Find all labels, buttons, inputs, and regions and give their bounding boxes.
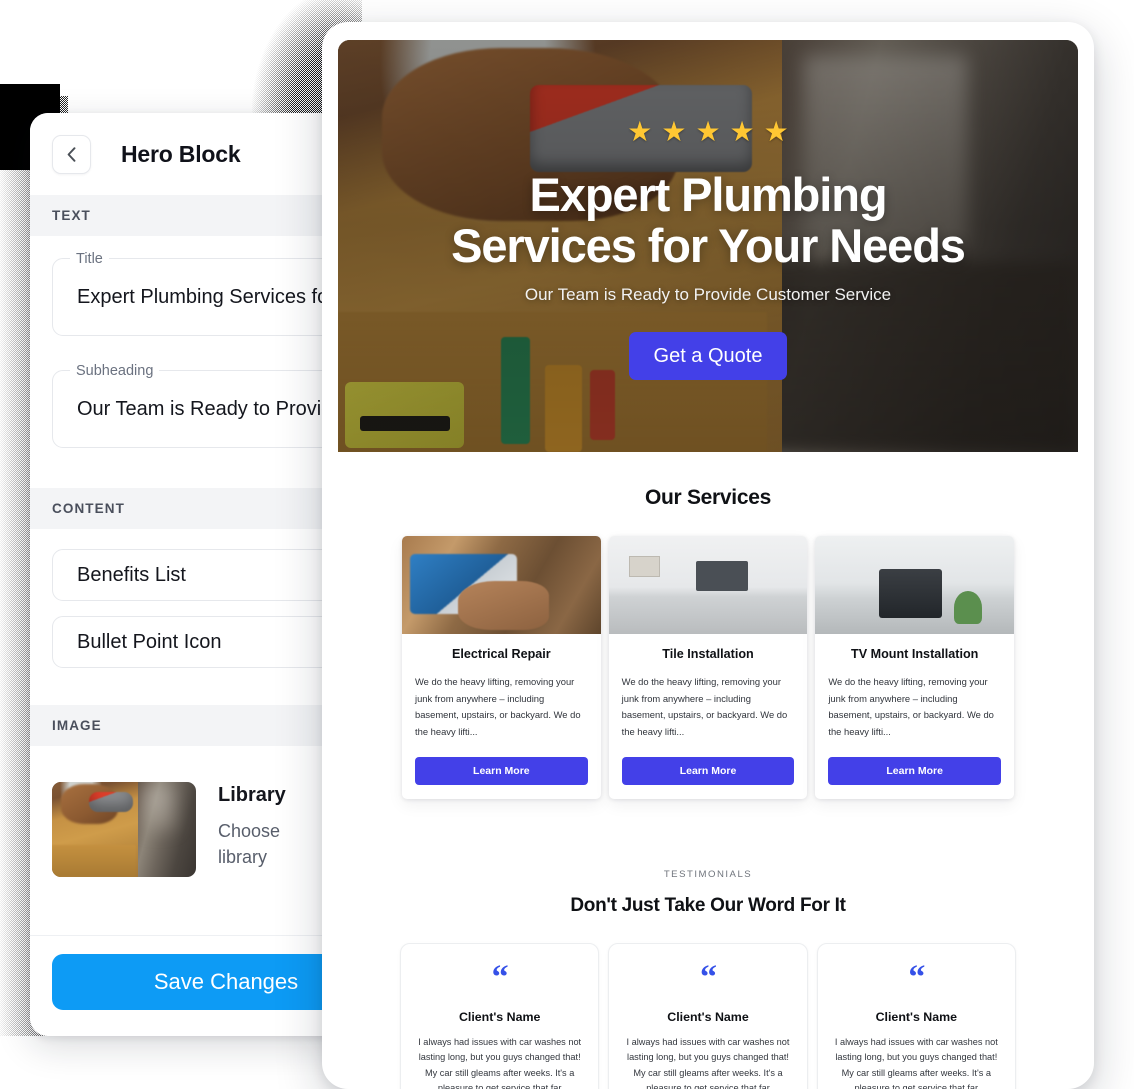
star-icon: ★	[763, 115, 789, 147]
back-button[interactable]	[52, 134, 91, 174]
subheading-field-label: Subheading	[70, 362, 160, 380]
service-card-title: TV Mount Installation	[851, 647, 979, 661]
image-source-description: Choose library	[218, 821, 281, 867]
page-title: Hero Block	[121, 140, 241, 167]
service-card-description: We do the heavy lifting, removing your j…	[621, 676, 788, 737]
image-source-title: Library	[218, 784, 286, 806]
hero-title-line-2: Services for Your Needs	[451, 218, 966, 272]
testimonial-client-name: Client's Name	[458, 1009, 541, 1024]
services-heading: Our Services	[645, 486, 771, 509]
screenshot-canvas: Hero Block TEXT Title Expert Plumbing Se…	[0, 0, 1134, 1089]
service-card-description: We do the heavy lifting, removing your j…	[828, 676, 994, 737]
learn-more-button[interactable]: Learn More	[621, 757, 795, 785]
testimonial-client-name: Client's Name	[667, 1009, 749, 1024]
image-meta: Library Choose library	[218, 782, 286, 870]
learn-more-button[interactable]: Learn More	[828, 757, 1002, 785]
testimonial-card[interactable]: “ Client's Name I always had issues with…	[400, 943, 600, 1089]
testimonials-grid: “ Client's Name I always had issues with…	[338, 943, 1078, 1089]
tile-installation-photo	[608, 536, 808, 634]
testimonials-heading: Don't Just Take Our Word For It	[570, 895, 846, 916]
star-icon: ★	[627, 115, 653, 147]
service-card[interactable]: Electrical Repair We do the heavy liftin…	[402, 536, 601, 799]
testimonials-eyebrow: TESTIMONIALS	[663, 869, 753, 880]
get-a-quote-button[interactable]: Get a Quote	[628, 332, 788, 381]
tv-mount-installation-photo	[815, 536, 1015, 634]
hero-section: ★ ★ ★ ★ ★ Expert Plumbing Services for Y…	[338, 40, 1078, 452]
quote-mark-icon: “	[699, 959, 717, 996]
star-icon: ★	[695, 115, 721, 147]
hero-title-line-1: Expert Plumbing	[529, 167, 888, 221]
electrical-repair-photo	[402, 536, 601, 634]
hero-subheading: Our Team is Ready to Provide Customer Se…	[524, 285, 892, 305]
hero-image-thumbnail[interactable]	[52, 782, 196, 877]
testimonial-card[interactable]: “ Client's Name I always had issues with…	[816, 943, 1016, 1089]
preview-scroll-area[interactable]: ★ ★ ★ ★ ★ Expert Plumbing Services for Y…	[338, 40, 1078, 1089]
services-grid: Electrical Repair We do the heavy liftin…	[338, 536, 1078, 799]
service-card[interactable]: TV Mount Installation We do the heavy li…	[815, 536, 1015, 799]
service-card-title: Electrical Repair	[451, 647, 551, 661]
chevron-left-icon	[67, 146, 76, 162]
testimonial-text: I always had issues with car washes not …	[418, 1036, 582, 1089]
services-section: Our Services Electrical Repair We do the…	[338, 452, 1078, 839]
quote-mark-icon: “	[491, 959, 509, 996]
hero-title: Expert Plumbing Services for Your Needs	[451, 167, 966, 272]
service-card-description: We do the heavy lifting, removing your j…	[415, 676, 581, 737]
testimonial-client-name: Client's Name	[875, 1009, 958, 1024]
service-card-title: Tile Installation	[662, 647, 754, 661]
star-icon: ★	[661, 115, 687, 147]
quote-mark-icon: “	[908, 959, 925, 996]
star-icon: ★	[729, 115, 755, 147]
learn-more-button[interactable]: Learn More	[415, 757, 588, 785]
testimonials-section: TESTIMONIALS Don't Just Take Our Word Fo…	[338, 839, 1078, 1089]
testimonial-text: I always had issues with car washes not …	[626, 1036, 790, 1089]
hero-star-rating: ★ ★ ★ ★ ★	[627, 115, 789, 147]
service-card[interactable]: Tile Installation We do the heavy liftin…	[608, 536, 808, 799]
backdrop-noise-strip	[0, 90, 34, 170]
site-preview-panel: ★ ★ ★ ★ ★ Expert Plumbing Services for Y…	[322, 22, 1094, 1089]
testimonial-card[interactable]: “ Client's Name I always had issues with…	[608, 943, 808, 1089]
hero-content: ★ ★ ★ ★ ★ Expert Plumbing Services for Y…	[338, 40, 1078, 452]
title-field-label: Title	[70, 250, 109, 268]
testimonial-text: I always had issues with car washes not …	[834, 1036, 998, 1089]
